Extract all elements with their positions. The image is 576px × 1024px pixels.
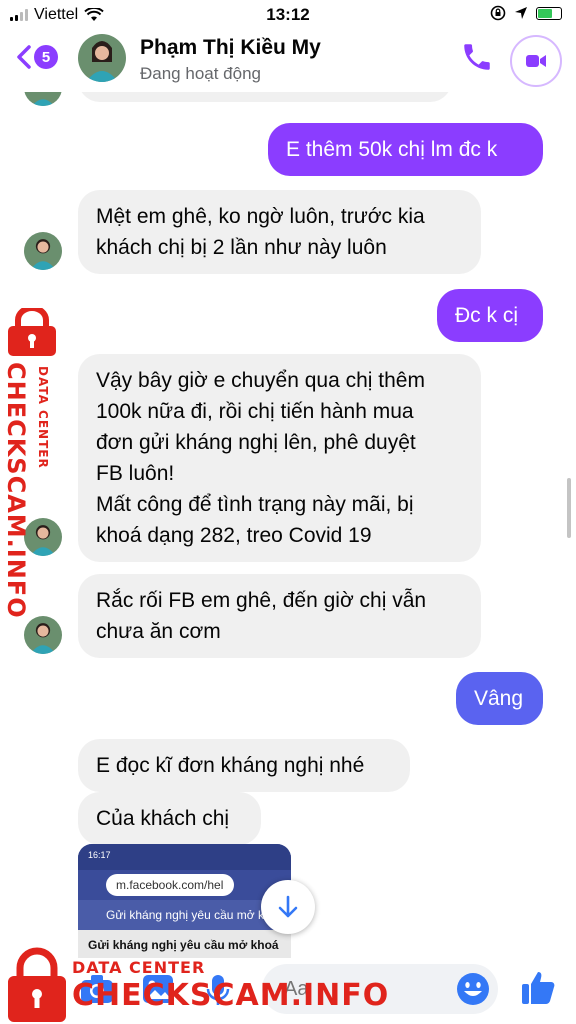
- message-line: khách chị bị 2 lần như này luôn: [96, 236, 387, 259]
- back-chevron-icon: [17, 45, 31, 69]
- like-button[interactable]: [520, 970, 556, 1011]
- scrollbar[interactable]: [567, 478, 571, 538]
- photo-nav-title: Gửi kháng nghị yêu cầu mở khoá: [78, 900, 291, 930]
- emoji-icon: [457, 973, 489, 1005]
- status-right: [490, 5, 562, 21]
- watermark-vertical: CHECKSCAM.INFO DATA CENTER: [0, 362, 62, 619]
- photo-address-bar: m.facebook.com/hel: [78, 870, 291, 900]
- message-line: Rắc rối FB em ghê, đến giờ chị vẫn: [96, 589, 427, 612]
- unread-badge: 5: [34, 45, 58, 69]
- message-incoming[interactable]: Của khách chị: [78, 792, 261, 845]
- avatar[interactable]: [78, 34, 126, 82]
- call-button[interactable]: [460, 40, 494, 79]
- photo-status-bar: 16:17: [78, 844, 291, 870]
- photo-url: m.facebook.com/hel: [106, 874, 234, 896]
- avatar: [24, 616, 62, 654]
- message-outgoing[interactable]: Đc k cị: [437, 289, 543, 342]
- message-line: Vậy bây giờ e chuyển qua chị thêm: [96, 369, 425, 392]
- message-line: Mất công để tình trạng này mãi, bị: [96, 493, 414, 516]
- watermark-subtext: DATA CENTER: [72, 958, 206, 977]
- message-line: FB luôn!: [96, 462, 175, 485]
- lock-rotation-icon: [490, 5, 506, 21]
- message-line: khoá dạng 282, treo Covid 19: [96, 524, 372, 547]
- lock-icon: [8, 308, 56, 356]
- photo-heading: Gửi kháng nghị yêu cầu mở khoá: [78, 930, 291, 959]
- message-line: Mệt em ghê, ko ngờ luôn, trước kia: [96, 205, 425, 228]
- watermark-text: CHECKSCAM.INFO: [72, 978, 390, 1013]
- message-incoming[interactable]: Rắc rối FB em ghê, đến giờ chị vẫn chưa …: [78, 574, 481, 658]
- contact-status: Đang hoạt động: [140, 64, 261, 83]
- emoji-button[interactable]: [456, 972, 490, 1011]
- back-button[interactable]: 5: [16, 44, 58, 70]
- message-line: 100k nữa đi, rồi chị tiến hành mua: [96, 400, 414, 423]
- scroll-down-icon: [278, 895, 298, 918]
- image-attachment[interactable]: 16:17 m.facebook.com/hel Gửi kháng nghị …: [78, 844, 291, 959]
- photo-time: 16:17: [88, 850, 111, 860]
- video-icon: [526, 55, 546, 67]
- like-icon: [522, 972, 555, 1004]
- contact-name[interactable]: Phạm Thị Kiều My: [140, 36, 321, 60]
- chat-header: 5 Phạm Thị Kiều My Đang hoạt động: [0, 30, 576, 92]
- message-line: chưa ăn cơm: [96, 620, 221, 643]
- message-outgoing[interactable]: Vâng: [456, 672, 543, 725]
- message-incoming[interactable]: Mệt em ghê, ko ngờ luôn, trước kia khách…: [78, 190, 481, 274]
- phone-icon: [464, 44, 490, 70]
- avatar: [24, 232, 62, 270]
- status-bar: Viettel 13:12: [0, 0, 576, 32]
- watermark-subtext: DATA CENTER: [36, 366, 50, 469]
- message-incoming[interactable]: Vậy bây giờ e chuyển qua chị thêm 100k n…: [78, 354, 481, 562]
- battery-icon: [536, 6, 562, 20]
- message-line: đơn gửi kháng nghị lên, phê duyệt: [96, 431, 416, 454]
- lock-icon: [8, 947, 66, 1022]
- location-icon: [515, 7, 527, 19]
- scroll-down-button[interactable]: [261, 880, 315, 934]
- watermark-text: CHECKSCAM.INFO: [2, 362, 30, 619]
- video-call-button[interactable]: [510, 35, 562, 87]
- message-outgoing[interactable]: E thêm 50k chị lm đc k: [268, 123, 543, 176]
- message-incoming[interactable]: E đọc kĩ đơn kháng nghị nhé: [78, 739, 410, 792]
